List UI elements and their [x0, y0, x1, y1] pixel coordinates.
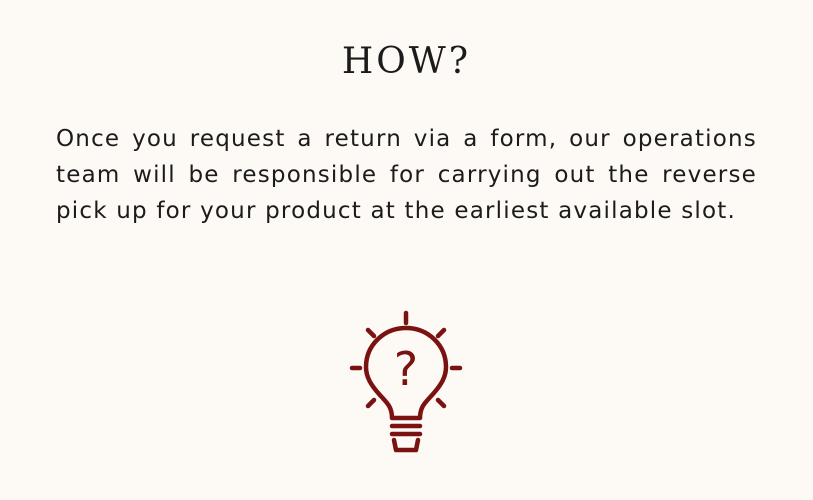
lightbulb-question-icon: ?: [349, 310, 463, 453]
return-info-panel: HOW? Once you request a return via a for…: [0, 0, 813, 500]
question-mark: ?: [394, 342, 418, 396]
section-heading: HOW?: [341, 41, 472, 82]
return-process-description: Once you request a return via a form, ou…: [56, 126, 757, 224]
